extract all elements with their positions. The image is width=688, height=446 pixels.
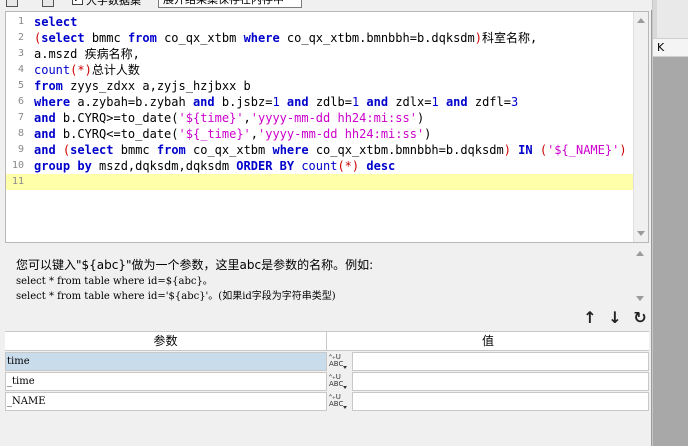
code-line[interactable]: 11	[6, 174, 636, 190]
line-number: 6	[17, 96, 24, 107]
code-line[interactable]: 9 and (select bmmc from co_qx_xtbm where …	[6, 142, 636, 158]
background-grid-area	[653, 57, 688, 446]
code-text: and (select bmmc from co_qx_xtbm where c…	[34, 143, 627, 157]
background-column-header: K	[653, 38, 688, 57]
code-line[interactable]: 7 and b.CYRQ>=to_date('${time}','yyyy-mm-…	[6, 110, 636, 126]
parameter-value-field[interactable]	[352, 372, 649, 391]
parameter-value-field[interactable]	[352, 392, 649, 411]
help-line-2: select * from table where id=${abc}。	[16, 276, 213, 287]
parameter-name-cell[interactable]: _time	[5, 372, 327, 391]
line-number: 1	[17, 16, 24, 27]
line-number: 7	[17, 112, 24, 123]
code-text: and b.CYRQ<=to_date('${_time}','yyyy-mm-…	[34, 127, 432, 141]
code-line[interactable]: 1 select	[6, 14, 636, 30]
sql-dataset-dialog: ✓ 大字数据集 展开结果集保存在内存中 1 select 2 (select bmmc…	[0, 0, 652, 446]
preview-icon[interactable]	[42, 0, 54, 7]
code-line[interactable]: 3 a.mszd 疾病名称,	[6, 46, 636, 62]
large-dataset-label: 大字数据集	[86, 0, 141, 7]
line-number: 5	[17, 80, 24, 91]
column-header-value[interactable]: 值	[327, 332, 649, 350]
parameter-row[interactable]: _NAME ᴬ₊U ABC	[5, 391, 649, 411]
database-icon[interactable]	[6, 0, 18, 7]
parameter-table-header: 参数 值	[5, 331, 649, 351]
large-dataset-checkbox[interactable]: ✓	[72, 0, 83, 5]
line-number: 11	[11, 176, 24, 187]
code-text: where a.zybah=b.zybah and b.jsbz=1 and z…	[34, 95, 519, 109]
code-text: group by mszd,dqksdm,dqksdm ORDER BY cou…	[34, 159, 396, 173]
code-text: from zyys_zdxx a,zyjs_hzjbxx b	[34, 79, 251, 93]
scroll-down-icon[interactable]	[637, 231, 645, 236]
line-number: 4	[17, 64, 24, 75]
parameter-help-text: 您可以键入"${abc}"做为一个参数，这里abc是参数的名称。例如: sele…	[5, 245, 649, 307]
refresh-button[interactable]: ↻	[630, 307, 650, 327]
code-line[interactable]: 5 from zyys_zdxx a,zyjs_hzjbxx b	[6, 78, 636, 94]
editor-vertical-scrollbar[interactable]	[633, 12, 648, 242]
type-selector-icon[interactable]: ᴬ₊U ABC	[328, 352, 350, 371]
parameter-row[interactable]: time ᴬ₊U ABC	[5, 351, 649, 371]
code-line[interactable]: 10 group by mszd,dqksdm,dqksdm ORDER BY c…	[6, 158, 636, 174]
code-line[interactable]: 4 count(*)总计人数	[6, 62, 636, 78]
code-text: count(*)总计人数	[34, 63, 140, 77]
code-line[interactable]: 6 where a.zybah=b.zybah and b.jsbz=1 and …	[6, 94, 636, 110]
code-text: a.mszd 疾病名称,	[34, 47, 140, 61]
help-line-1: 您可以键入"${abc}"做为一个参数，这里abc是参数的名称。例如:	[16, 258, 374, 272]
code-line[interactable]: 2 (select bmmc from co_qx_xtbm where co_q…	[6, 30, 636, 46]
help-line-3: select * from table where id='${abc}'。(如…	[16, 291, 336, 302]
type-selector-icon[interactable]: ᴬ₊U ABC	[328, 372, 350, 391]
code-text: select	[34, 15, 78, 29]
move-down-button[interactable]: ↓	[605, 307, 625, 327]
parameter-table: 参数 值 time ᴬ₊U ABC _time ᴬ₊U ABC _NAME ᴬ₊U ABC	[5, 331, 649, 446]
code-line[interactable]: 8 and b.CYRQ<=to_date('${_time}','yyyy-mm…	[6, 126, 636, 142]
sql-editor[interactable]: 1 select 2 (select bmmc from co_qx_xtbm whe…	[5, 11, 649, 243]
column-header-parameter[interactable]: 参数	[5, 332, 327, 350]
toolbar: ✓ 大字数据集 展开结果集保存在内存中	[0, 0, 652, 10]
line-number: 8	[17, 128, 24, 139]
scroll-up-icon[interactable]	[637, 18, 645, 23]
parameter-name-cell[interactable]: time	[5, 352, 327, 371]
parameter-name-cell[interactable]: _NAME	[5, 392, 327, 411]
parameter-row[interactable]: _time ᴬ₊U ABC	[5, 371, 649, 391]
help-scroll-down-icon[interactable]	[636, 296, 644, 301]
line-number: 3	[17, 48, 24, 59]
type-selector-icon[interactable]: ᴬ₊U ABC	[328, 392, 350, 411]
code-text: (select bmmc from co_qx_xtbm where co_qx…	[34, 31, 538, 45]
background-window: K	[652, 0, 688, 446]
code-text: and b.CYRQ>=to_date('${time}','yyyy-mm-d…	[34, 111, 425, 125]
help-scroll-up-icon[interactable]	[636, 251, 644, 256]
memory-option-dropdown[interactable]: 展开结果集保存在内存中	[158, 0, 302, 8]
line-number: 10	[11, 160, 24, 171]
parameter-value-field[interactable]	[352, 352, 649, 371]
line-number: 2	[17, 32, 24, 43]
move-up-button[interactable]: ↑	[580, 307, 600, 327]
help-scrollbar[interactable]	[633, 245, 647, 307]
line-number: 9	[17, 144, 24, 155]
